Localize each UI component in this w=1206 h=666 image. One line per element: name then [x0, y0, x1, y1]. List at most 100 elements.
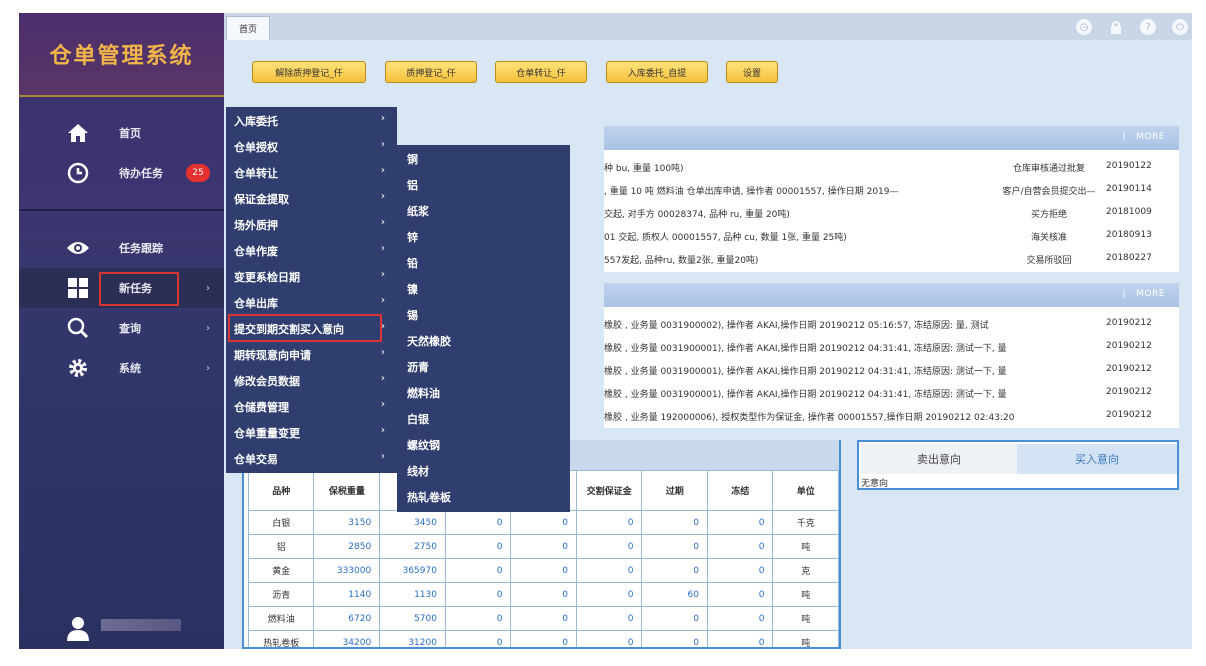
list-item[interactable]: 橡胶 , 业务量 0031900002), 操作者 AKAI,操作日期 2019…	[604, 313, 1179, 335]
menu-item[interactable]: 场外质押 ›	[226, 211, 397, 237]
receipt-transfer-button[interactable]: 仓单转让_仟	[495, 61, 587, 83]
submenu-item[interactable]: 线材	[407, 463, 429, 479]
menu-item[interactable]: 仓单授权 ›	[226, 133, 397, 159]
table-cell: 0	[641, 510, 708, 535]
tab-sell-intent[interactable]: 卖出意向	[861, 444, 1017, 474]
list-item[interactable]: 557发起, 品种ru, 数量2张, 重量20吨) 交易所驳回 20180227	[604, 248, 1179, 270]
table-cell: 吨	[772, 606, 839, 631]
table-row[interactable]: 白银 3150 3450 0 0 0 0 0 千克	[247, 510, 839, 535]
table-cell: 0	[575, 558, 643, 583]
tab-buy-intent[interactable]: 买入意向	[1017, 444, 1177, 474]
table-cell: 5700	[379, 606, 446, 631]
submenu-item[interactable]: 天然橡胶	[407, 333, 451, 349]
sidebar-divider	[19, 209, 224, 211]
menu-item[interactable]: 仓单作废 ›	[226, 237, 397, 263]
table-cell: 0	[575, 510, 643, 535]
chevron-right-icon: ›	[380, 347, 385, 358]
chevron-right-icon: ›	[380, 113, 385, 124]
chevron-right-icon: ›	[380, 399, 385, 410]
sidebar-item-todo[interactable]: 待办任务 25	[19, 153, 224, 193]
table-cell: 燃料油	[247, 606, 315, 631]
gear-icon	[65, 355, 91, 381]
eye-icon	[65, 235, 91, 261]
notice-panel-1: | MORE 种 bu, 重量 100吨) 仓库审核通过批复 20190122 , …	[604, 126, 1179, 272]
table-row[interactable]: 热轧卷板 34200 31200 0 0 0 0 0 吨	[247, 630, 839, 647]
submenu-item[interactable]: 铅	[407, 255, 418, 271]
table-cell: 0	[444, 630, 512, 647]
pledge-register-button[interactable]: 质押登记_仟	[385, 61, 477, 83]
table-row[interactable]: 燃料油 6720 5700 0 0 0 0 0 吨	[247, 606, 839, 631]
table-row[interactable]: 沥青 1140 1130 0 0 0 60 0 吨	[247, 582, 839, 607]
settings-button[interactable]: 设置	[726, 61, 778, 83]
table-cell: 吨	[772, 534, 839, 559]
menu-item[interactable]: 入库委托 ›	[226, 107, 397, 133]
list-item[interactable]: 种 bu, 重量 100吨) 仓库审核通过批复 20190122	[604, 156, 1179, 178]
table-cell: 3150	[313, 510, 381, 535]
sidebar-item-system[interactable]: 系统 ›	[19, 348, 224, 388]
sidebar-item-label: 待办任务	[119, 167, 163, 180]
user-area[interactable]	[19, 609, 224, 649]
table-cell: 3450	[379, 510, 446, 535]
column-header: 保税重量	[313, 470, 381, 511]
submenu-item[interactable]: 镍	[407, 281, 418, 297]
sidebar-item-query[interactable]: 查询 ›	[19, 308, 224, 348]
table-cell: 0	[510, 510, 577, 535]
submenu-item[interactable]: 锌	[407, 229, 418, 245]
table-cell: 0	[706, 558, 774, 583]
list-item[interactable]: 交起, 对手方 00028374, 品种 ru, 重量 20吨) 买方拒绝 2018…	[604, 202, 1179, 224]
submenu-item[interactable]: 铜	[407, 151, 418, 167]
table-cell: 0	[444, 510, 512, 535]
menu-item[interactable]: 仓单交易 ›	[226, 445, 397, 471]
menu-item[interactable]: 保证金提取 ›	[226, 185, 397, 211]
panel-header: | MORE	[604, 283, 1179, 307]
list-item[interactable]: 橡胶 , 业务量 0031900001), 操作者 AKAI,操作日期 2019…	[604, 359, 1179, 381]
app-logo: 仓单管理系统	[19, 13, 224, 97]
table-cell: 吨	[772, 582, 839, 607]
sidebar-item-label: 查询	[119, 322, 141, 335]
table-cell: 31200	[379, 630, 446, 647]
table-cell: 0	[641, 534, 708, 559]
chevron-right-icon: ›	[206, 282, 210, 294]
table-cell: 0	[444, 582, 512, 607]
chevron-right-icon: ›	[380, 139, 385, 150]
list-item[interactable]: 01 交起, 质权人 00001557, 品种 cu, 数量 1张, 重量 25…	[604, 225, 1179, 247]
list-item[interactable]: 橡胶 , 业务量 0031900001), 操作者 AKAI,操作日期 2019…	[604, 336, 1179, 358]
table-cell: 0	[444, 606, 512, 631]
list-item[interactable]: 橡胶 , 业务量 192000006), 授权类型作为保证金, 操作者 0000…	[604, 405, 1179, 427]
list-item[interactable]: 橡胶 , 业务量 0031900001), 操作者 AKAI,操作日期 2019…	[604, 382, 1179, 404]
sidebar-item-home[interactable]: 首页	[19, 113, 224, 153]
table-cell: 6720	[313, 606, 381, 631]
submenu-item[interactable]: 纸浆	[407, 203, 429, 219]
storage-entrust-button[interactable]: 入库委托_自提	[606, 61, 708, 83]
lock-icon[interactable]	[1108, 19, 1124, 35]
sidebar-item-tracking[interactable]: 任务跟踪	[19, 228, 224, 268]
home-icon	[65, 120, 91, 146]
menu-item[interactable]: 仓储费管理 ›	[226, 393, 397, 419]
tab-home[interactable]: 首页	[226, 16, 270, 40]
table-cell: 0	[510, 582, 577, 607]
submenu-item[interactable]: 白银	[407, 411, 429, 427]
more-link[interactable]: | MORE	[1123, 132, 1165, 142]
menu-item[interactable]: 变更系检日期 ›	[226, 263, 397, 289]
power-icon[interactable]: ⏻	[1172, 19, 1188, 35]
release-pledge-button[interactable]: 解除质押登记_仟	[252, 61, 366, 83]
table-cell: 0	[641, 606, 708, 631]
menu-item[interactable]: 仓单重量变更 ›	[226, 419, 397, 445]
submenu-item[interactable]: 燃料油	[407, 385, 440, 401]
help-icon[interactable]: ?	[1140, 19, 1156, 35]
table-row[interactable]: 铝 2850 2750 0 0 0 0 0 吨	[247, 534, 839, 559]
table-row[interactable]: 黄金 333000 365970 0 0 0 0 0 克	[247, 558, 839, 583]
submenu-item[interactable]: 螺纹钢	[407, 437, 440, 453]
more-link[interactable]: | MORE	[1123, 289, 1165, 299]
list-item[interactable]: , 重量 10 吨 燃料油 仓单出库申请, 操作者 00001557, 操作日期…	[604, 179, 1179, 201]
submenu-item[interactable]: 沥青	[407, 359, 429, 375]
menu-item[interactable]: 仓单出库 ›	[226, 289, 397, 315]
submenu-item[interactable]: 铝	[407, 177, 418, 193]
menu-item[interactable]: 期转现意向申请 ›	[226, 341, 397, 367]
clock-icon[interactable]: ◷	[1076, 19, 1092, 35]
app-title: 仓单管理系统	[49, 44, 194, 69]
submenu-item[interactable]: 锡	[407, 307, 418, 323]
menu-item[interactable]: 仓单转让 ›	[226, 159, 397, 185]
submenu-item[interactable]: 热轧卷板	[407, 489, 451, 505]
menu-item[interactable]: 修改会员数据 ›	[226, 367, 397, 393]
